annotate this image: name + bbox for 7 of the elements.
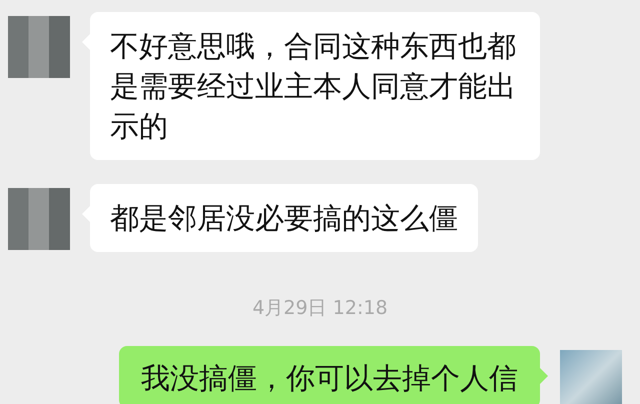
timestamp: 4月29日 12:18 [252,296,388,320]
message-bubble: 不好意思哦，合同这种东西也都是需要经过业主本人同意才能出示的 [90,12,540,160]
message-bubble: 都是邻居没必要搞的这么僵 [90,184,478,252]
avatar-placeholder [8,188,70,250]
avatar-placeholder [8,16,70,78]
message-bubble: 我没搞僵，你可以去掉个人信 [119,346,540,404]
avatar-placeholder [560,350,622,404]
